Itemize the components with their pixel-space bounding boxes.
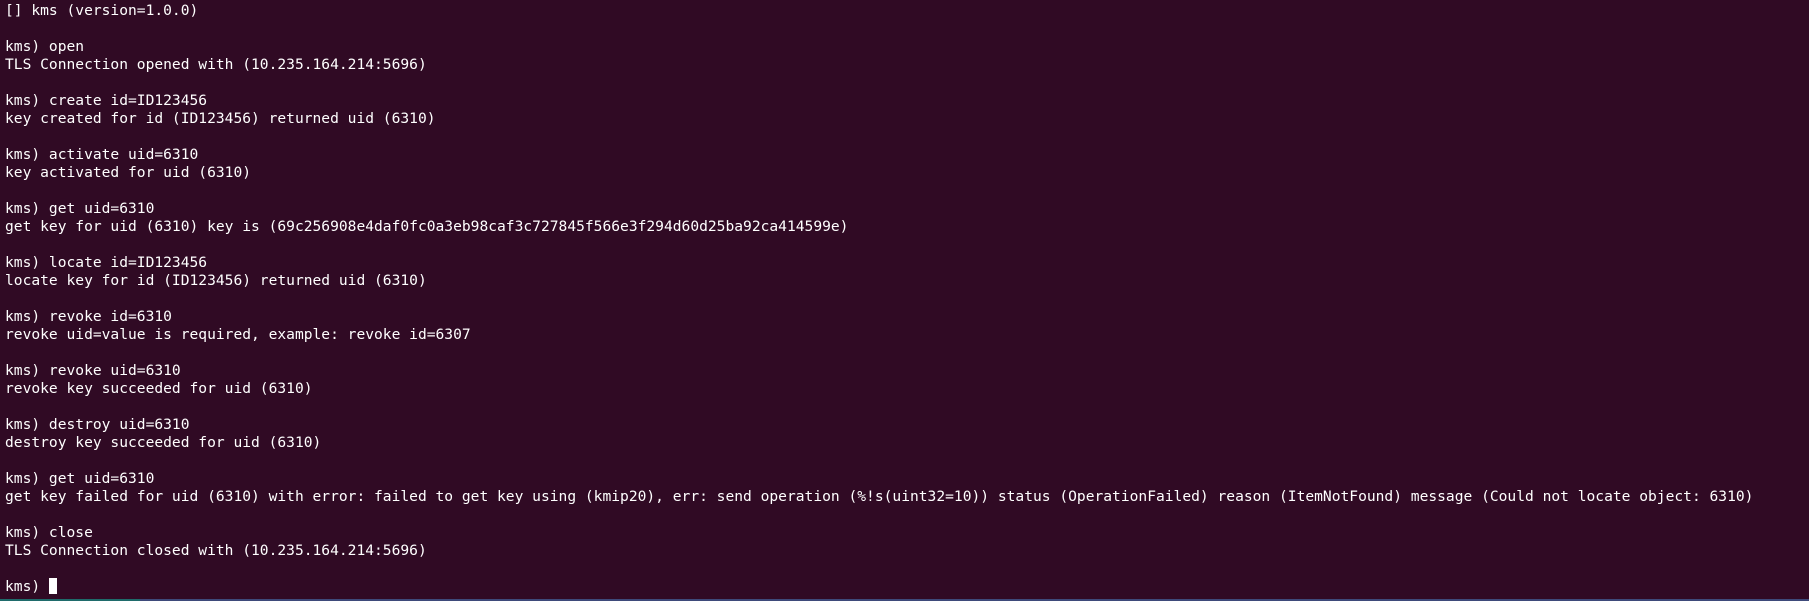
command-get: kms) get uid=6310 bbox=[5, 200, 155, 217]
output-locate: locate key for id (ID123456) returned ui… bbox=[5, 272, 427, 289]
terminal-window[interactable]: [] kms (version=1.0.0) kms) open TLS Con… bbox=[0, 0, 1809, 601]
command-destroy: kms) destroy uid=6310 bbox=[5, 416, 190, 433]
output-close: TLS Connection closed with (10.235.164.2… bbox=[5, 542, 427, 559]
output-create: key created for id (ID123456) returned u… bbox=[5, 110, 436, 127]
output-activate: key activated for uid (6310) bbox=[5, 164, 252, 181]
prompt-label: kms) bbox=[5, 578, 49, 595]
command-activate: kms) activate uid=6310 bbox=[5, 146, 199, 163]
text-cursor[interactable] bbox=[48, 578, 57, 594]
output-destroy: destroy key succeeded for uid (6310) bbox=[5, 434, 322, 451]
active-prompt-line[interactable]: kms) bbox=[5, 578, 1809, 596]
scrolled-off-line-fragment bbox=[5, 0, 425, 2]
command-create: kms) create id=ID123456 bbox=[5, 92, 208, 109]
command-get-after-destroy: kms) get uid=6310 bbox=[5, 470, 155, 487]
version-line: [] kms (version=1.0.0) bbox=[5, 2, 199, 19]
output-get: get key for uid (6310) key is (69c256908… bbox=[5, 218, 849, 235]
command-locate: kms) locate id=ID123456 bbox=[5, 254, 208, 271]
output-get-error: get key failed for uid (6310) with error… bbox=[5, 488, 1754, 505]
command-open: kms) open bbox=[5, 38, 85, 55]
output-revoke-id: revoke uid=value is required, example: r… bbox=[5, 326, 471, 343]
output-revoke-uid: revoke key succeeded for uid (6310) bbox=[5, 380, 313, 397]
command-revoke-uid: kms) revoke uid=6310 bbox=[5, 362, 181, 379]
output-open: TLS Connection opened with (10.235.164.2… bbox=[5, 56, 427, 73]
command-close: kms) close bbox=[5, 524, 93, 541]
command-revoke-id: kms) revoke id=6310 bbox=[5, 308, 172, 325]
